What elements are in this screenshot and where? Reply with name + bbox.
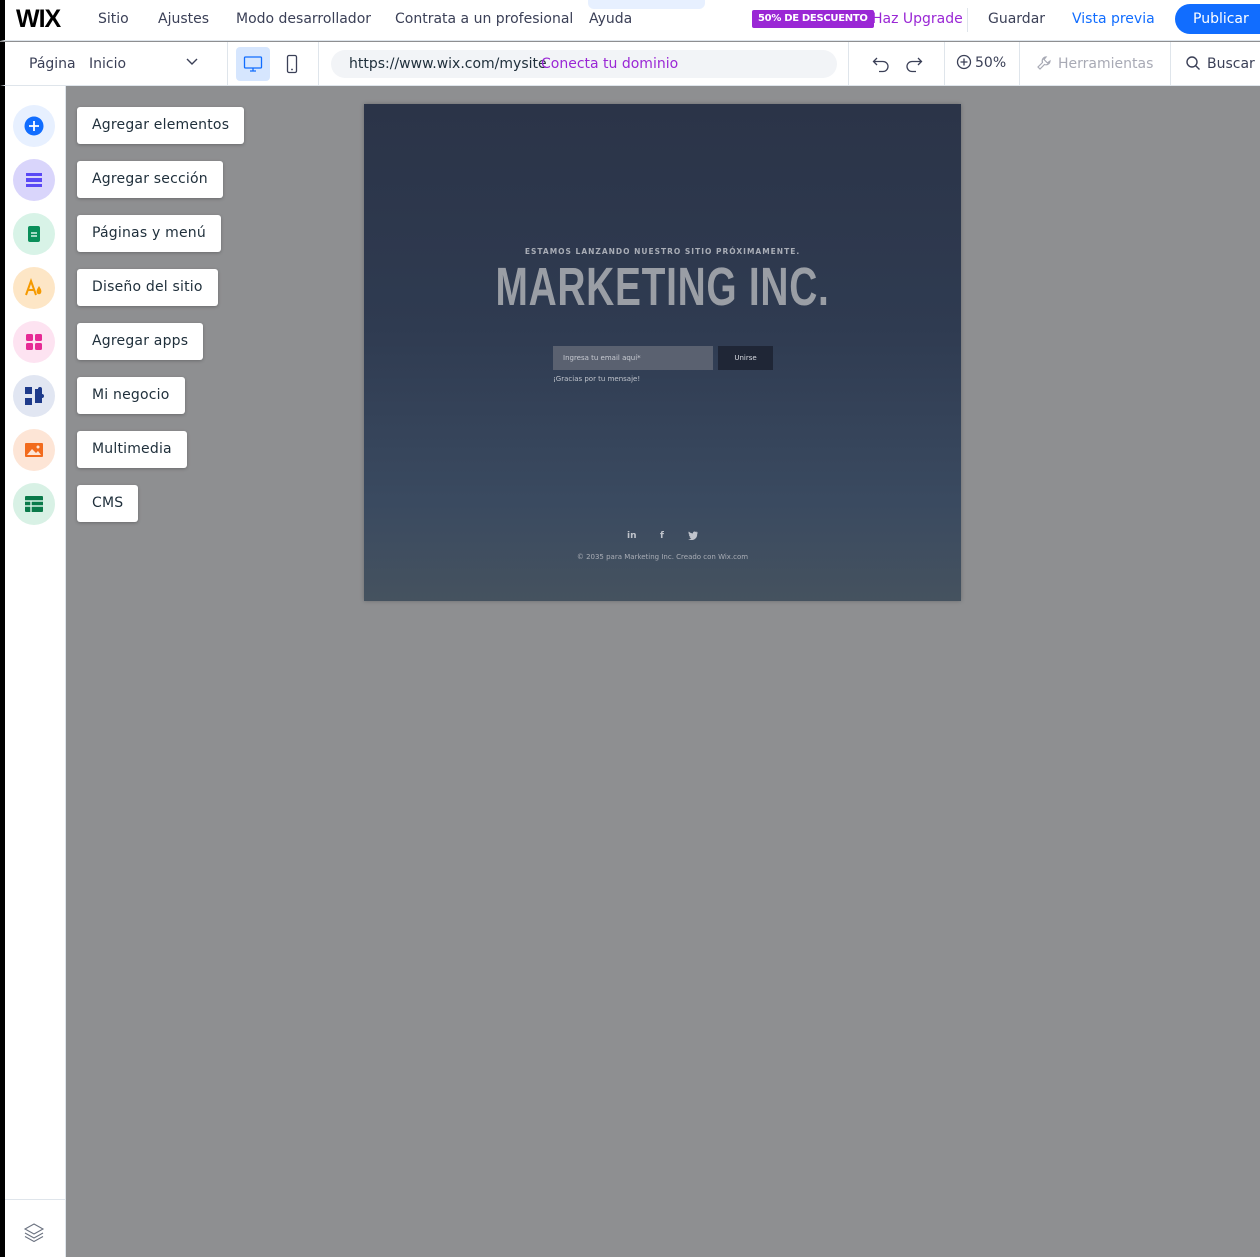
desktop-view-button[interactable]: [236, 47, 270, 81]
save-button[interactable]: Guardar: [988, 11, 1045, 27]
email-input[interactable]: Ingresa tu email aquí*: [553, 346, 713, 370]
zoom-value: 50%: [975, 55, 1007, 71]
menu-ajustes[interactable]: Ajustes: [158, 11, 209, 27]
publish-button[interactable]: Publicar: [1175, 4, 1260, 34]
business-icon: [25, 387, 44, 405]
site-canvas[interactable]: ESTAMOS LANZANDO NUESTRO SITIO PRÓXIMAME…: [364, 104, 961, 601]
zoom-in-icon: [956, 54, 972, 70]
wix-logo[interactable]: WIX: [16, 5, 61, 34]
apps-grid-icon: [26, 334, 42, 350]
add-elements-label[interactable]: Agregar elementos: [77, 107, 245, 144]
pages-menu-button[interactable]: [13, 213, 55, 255]
search-icon: [1186, 56, 1200, 70]
zoom-button[interactable]: 50%: [956, 54, 1006, 71]
desktop-icon: [243, 56, 263, 72]
tools-button[interactable]: Herramientas: [1036, 55, 1153, 72]
add-apps-label[interactable]: Agregar apps: [77, 323, 204, 360]
menu-contrata-profesional[interactable]: Contrata a un profesional: [395, 11, 573, 27]
chevron-up-icon: ˆ: [644, 0, 649, 8]
mobile-view-button[interactable]: [275, 47, 309, 81]
image-icon: [25, 443, 43, 457]
brand-title[interactable]: MARKETING INC.: [448, 256, 878, 318]
divider: [1170, 42, 1171, 85]
divider: [967, 8, 968, 32]
redo-icon[interactable]: [904, 54, 924, 74]
media-button[interactable]: [13, 429, 55, 471]
search-button[interactable]: Buscar: [1185, 55, 1255, 72]
section-icon: [26, 173, 42, 187]
thanks-message[interactable]: ¡Gracias por tu mensaje!: [553, 375, 640, 383]
preview-button[interactable]: Vista previa: [1072, 11, 1155, 27]
facebook-icon[interactable]: f: [660, 531, 664, 541]
site-design-button[interactable]: [13, 267, 55, 309]
add-apps-button[interactable]: [13, 321, 55, 363]
media-label[interactable]: Multimedia: [77, 431, 187, 468]
my-business-button[interactable]: [13, 375, 55, 417]
design-icon: [25, 278, 42, 296]
mobile-icon: [286, 54, 298, 74]
divider: [1019, 42, 1020, 85]
divider: [944, 42, 945, 85]
connect-domain-link[interactable]: Conecta tu dominio: [541, 56, 678, 72]
collapse-topbar-tab[interactable]: ˆ: [588, 0, 705, 9]
menu-modo-desarrollador[interactable]: Modo desarrollador: [236, 11, 371, 27]
layers-icon[interactable]: [23, 1221, 45, 1243]
wrench-icon: [1037, 56, 1051, 70]
search-label: Buscar: [1207, 56, 1255, 72]
linkedin-icon[interactable]: in: [627, 531, 637, 541]
page-label: Página: [29, 56, 76, 72]
undo-icon[interactable]: [871, 54, 891, 74]
add-section-label[interactable]: Agregar sección: [77, 161, 223, 198]
twitter-icon[interactable]: [688, 531, 698, 540]
email-placeholder: Ingresa tu email aquí*: [563, 354, 641, 362]
pages-menu-label[interactable]: Páginas y menú: [77, 215, 221, 252]
site-design-label[interactable]: Diseño del sitio: [77, 269, 218, 306]
divider: [318, 42, 319, 85]
site-url: https://www.wix.com/mysite: [349, 56, 547, 72]
join-button[interactable]: Unirse: [718, 346, 773, 370]
divider: [227, 42, 228, 85]
upgrade-link[interactable]: Haz Upgrade: [872, 11, 963, 27]
page-dropdown[interactable]: Inicio: [89, 56, 126, 72]
cms-button[interactable]: [13, 483, 55, 525]
divider: [848, 42, 849, 85]
divider: [5, 1199, 65, 1200]
menu-ayuda[interactable]: Ayuda: [589, 11, 632, 27]
add-section-button[interactable]: [13, 159, 55, 201]
tools-label: Herramientas: [1058, 56, 1154, 72]
cms-table-icon: [25, 496, 43, 512]
copyright-text[interactable]: © 2035 para Marketing Inc. Creado con Wi…: [364, 553, 961, 561]
cms-label[interactable]: CMS: [77, 485, 139, 522]
add-elements-button[interactable]: [13, 105, 55, 147]
top-bar: WIX Sitio Ajustes Modo desarrollador Con…: [0, 0, 1260, 41]
editor-toolbar: Página Inicio https://www.wix.com/mysite…: [0, 42, 1260, 86]
page-icon: [28, 226, 40, 242]
left-rail: [0, 86, 66, 1257]
plus-circle-icon: [24, 116, 44, 136]
menu-sitio[interactable]: Sitio: [98, 11, 129, 27]
chevron-down-icon[interactable]: [185, 54, 199, 68]
discount-badge[interactable]: 50% DE DESCUENTO: [752, 10, 874, 28]
coming-soon-text[interactable]: ESTAMOS LANZANDO NUESTRO SITIO PRÓXIMAME…: [364, 247, 961, 256]
my-business-label[interactable]: Mi negocio: [77, 377, 185, 414]
url-bar[interactable]: https://www.wix.com/mysite Conecta tu do…: [331, 50, 837, 78]
